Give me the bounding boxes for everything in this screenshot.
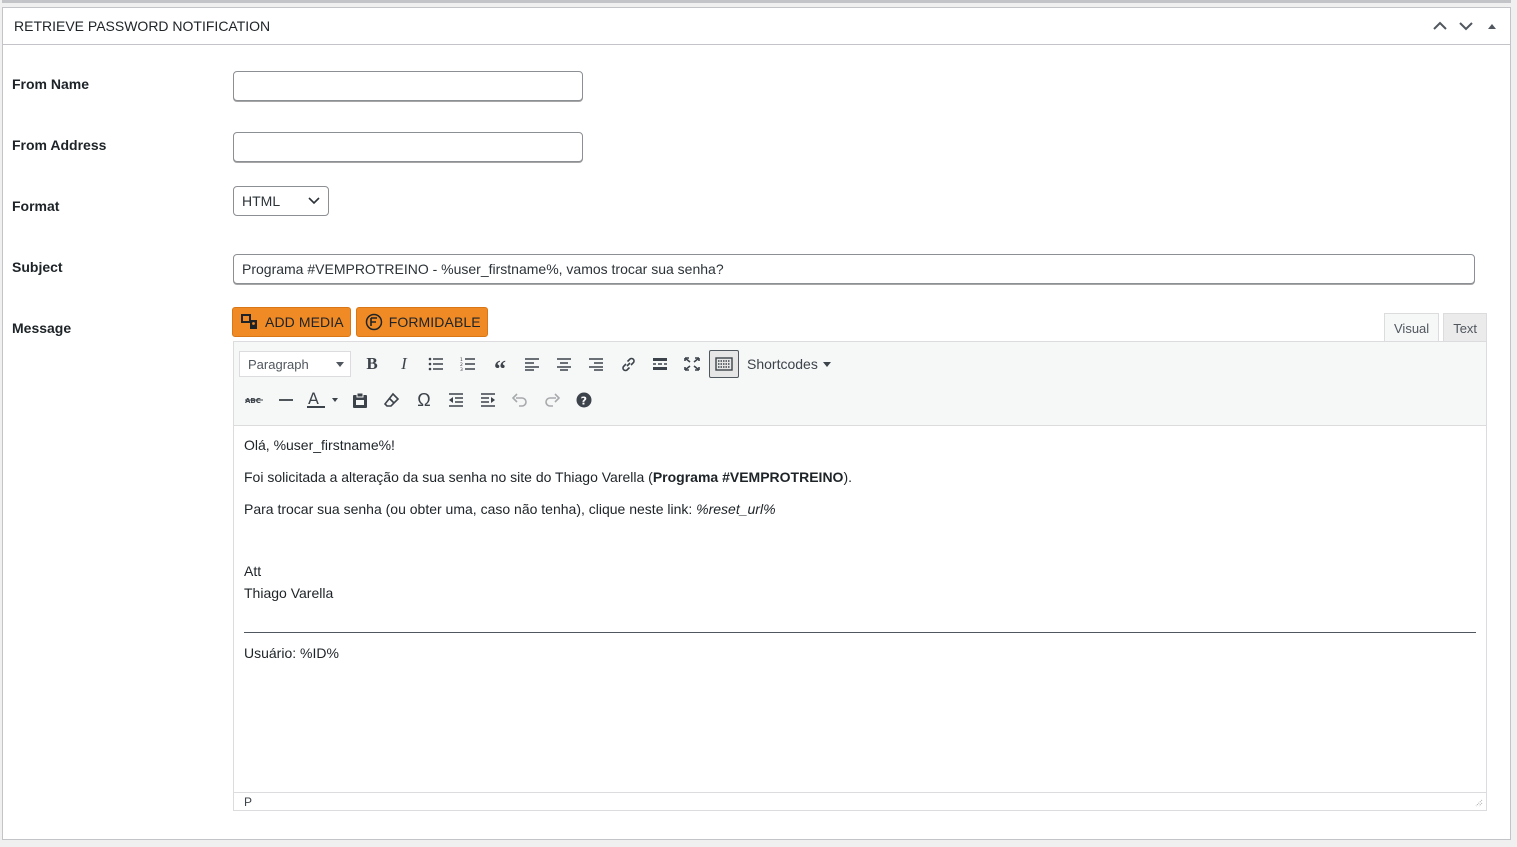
caret-down-icon [822,361,831,367]
from-address-label: From Address [12,137,107,153]
from-address-input[interactable] [233,132,583,162]
editor-statusbar: P [234,792,1486,810]
format-value: HTML [242,193,281,209]
formidable-button[interactable]: FORMIDABLE [355,307,488,337]
request-line: Foi solicitada a alteração da sua senha … [244,468,1476,486]
blockquote-icon[interactable]: “ [485,350,515,382]
redo-icon[interactable] [537,386,567,414]
reset-line-text: Para trocar sua senha (ou obter uma, cas… [244,501,697,517]
resize-handle-icon[interactable] [1475,799,1483,807]
media-buttons: ADD MEDIA FORMIDABLE [232,307,488,337]
add-media-label: ADD MEDIA [265,314,344,330]
align-right-icon[interactable] [581,350,611,378]
top-edge [2,0,1511,3]
greeting-line: Olá, %user_firstname%! [244,437,395,453]
paste-text-icon[interactable] [345,386,375,414]
program-name: Programa #VEMPROTREINO [652,469,844,485]
footer-user-id: Usuário: %ID% [244,645,339,661]
strikethrough-icon[interactable]: ABC [239,386,269,414]
from-name-label: From Name [12,76,90,92]
signature-name: Thiago Varella [244,585,334,601]
subject-input[interactable]: Programa #VEMPROTREINO - %user_firstname… [233,254,1475,284]
triangle-up-icon[interactable] [1482,16,1502,36]
editor-content[interactable]: Olá, %user_firstname%! Foi solicitada a … [234,426,1486,794]
horizontal-line-icon[interactable] [271,386,301,414]
svg-text:?: ? [581,395,587,408]
format-label: Format [12,198,60,214]
align-center-icon[interactable] [549,350,579,378]
undo-icon[interactable] [505,386,535,414]
paragraph-select-label: Paragraph [248,356,309,372]
message-label: Message [12,320,72,336]
reset-url-placeholder: %reset_url% [696,501,776,517]
element-path[interactable]: P [244,795,252,809]
panel-title: RETRIEVE PASSWORD NOTIFICATION [14,18,271,34]
link-icon[interactable] [613,350,643,378]
bullet-list-icon[interactable] [421,350,451,378]
signature-att: Att [244,563,262,579]
italic-icon[interactable]: I [389,350,419,378]
numbered-list-icon[interactable]: 123 [453,350,483,378]
read-more-icon[interactable] [645,350,675,378]
reset-line: Para trocar sua senha (ou obter uma, cas… [244,500,1476,518]
bold-icon[interactable]: B [357,350,387,378]
tab-visual[interactable]: Visual [1384,313,1440,343]
media-icon [241,314,257,329]
chevron-up-icon[interactable] [1430,16,1450,36]
tab-text[interactable]: Text [1443,313,1488,342]
divider [244,632,1476,633]
panel-controls [1430,16,1502,36]
outdent-icon[interactable] [441,386,471,414]
help-icon[interactable]: ? [569,386,599,414]
paragraph-select[interactable]: Paragraph [239,351,351,377]
svg-text:3: 3 [460,367,463,371]
indent-icon[interactable] [473,386,503,414]
panel-header: RETRIEVE PASSWORD NOTIFICATION [3,8,1510,45]
svg-text:ABC: ABC [245,397,261,405]
special-character-icon[interactable]: Ω [409,386,439,414]
formidable-label: FORMIDABLE [388,314,481,330]
subject-label: Subject [12,259,63,275]
editor-tabs: Visual Text [1384,313,1488,343]
request-line-end: ). [843,469,853,485]
format-select[interactable]: HTML [233,186,329,216]
chevron-down-icon [308,197,320,205]
toolbar-toggle-icon[interactable] [709,350,739,378]
shortcodes-dropdown[interactable]: Shortcodes [747,356,831,372]
caret-down-icon [336,361,344,367]
fullscreen-icon[interactable] [677,350,707,378]
add-media-button[interactable]: ADD MEDIA [232,307,351,337]
chevron-down-icon[interactable] [1456,16,1476,36]
shortcodes-label: Shortcodes [747,356,818,372]
from-name-input[interactable] [233,71,583,101]
clear-formatting-icon[interactable] [377,386,407,414]
formidable-icon [365,313,382,331]
toolbar-row-2: ABC A Ω ? [239,386,601,414]
request-line-text: Foi solicitada a alteração da sua senha … [244,469,653,485]
message-editor: Paragraph B I 123 “ Shortcodes ABC A Ω ?… [233,341,1487,811]
editor-toolbar: Paragraph B I 123 “ Shortcodes ABC A Ω ? [234,342,1486,426]
toolbar-row-1: Paragraph B I 123 “ Shortcodes [239,350,831,382]
text-color-icon[interactable]: A [303,386,343,414]
svg-text:A: A [308,390,319,408]
align-left-icon[interactable] [517,350,547,378]
